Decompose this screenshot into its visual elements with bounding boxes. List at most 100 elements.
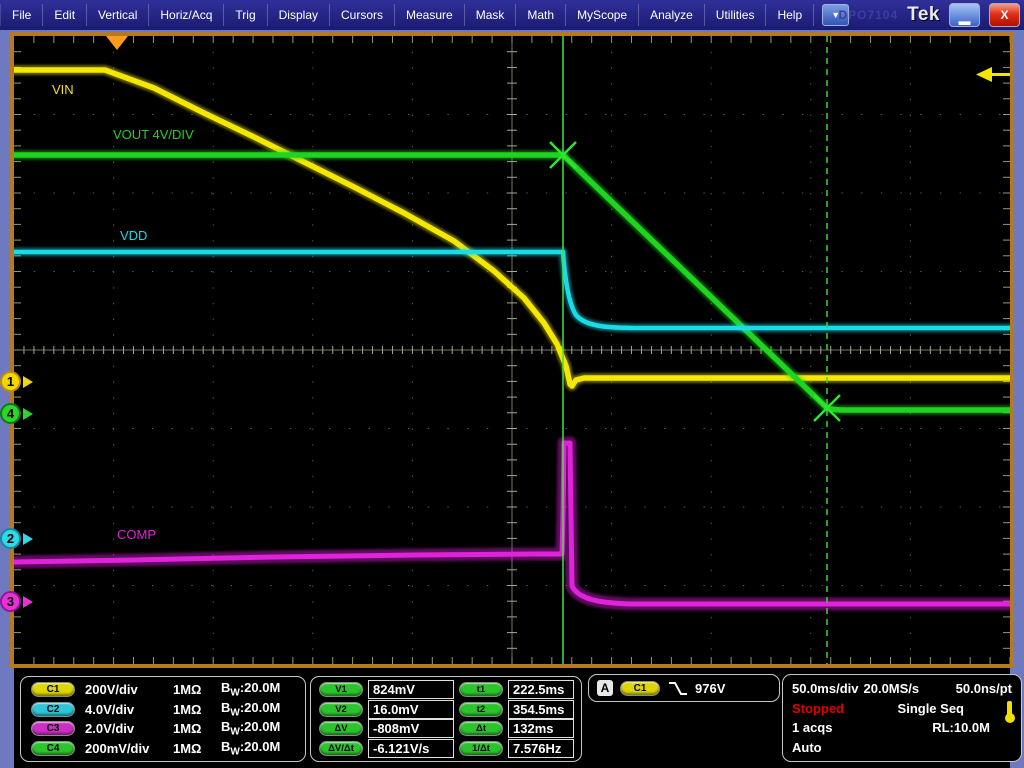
oscilloscope-screen: { "window": { "model": "DPO7104", "brand… <box>0 0 1024 768</box>
channel-2-position-marker[interactable]: 2 <box>0 528 36 550</box>
trigger-bus-badge: A <box>597 680 613 696</box>
channel-1-position-marker[interactable]: 1 <box>0 371 36 393</box>
channel-3-badge: 3 <box>0 591 21 612</box>
c4-button[interactable]: C4 <box>31 741 75 756</box>
acq-status: Stopped <box>792 701 844 716</box>
menu-measure[interactable]: Measure <box>395 4 465 26</box>
menu-display[interactable]: Display <box>268 4 330 26</box>
c3-scale: 2.0V/div <box>85 721 173 736</box>
menu-edit[interactable]: Edit <box>43 4 87 26</box>
menu-help[interactable]: Help <box>766 4 814 26</box>
t1-button[interactable]: t1 <box>459 682 503 697</box>
acquisition-readout-box: 50.0ms/div 20.0MS/s 50.0ns/pt Stopped Si… <box>782 674 1022 762</box>
c4-scale: 200mV/div <box>85 741 173 756</box>
menu-myscope[interactable]: MyScope <box>566 4 639 26</box>
timebase-row: 50.0ms/div 20.0MS/s 50.0ns/pt <box>792 681 1012 696</box>
cursor-t2-row: t2 354.5ms <box>459 700 583 719</box>
c2-bandwidth: BW:20.0M <box>221 700 295 719</box>
one-over-dt-button[interactable]: 1/Δt <box>459 741 503 756</box>
c2-impedance: 1MΩ <box>173 702 221 717</box>
c1-impedance: 1MΩ <box>173 682 221 697</box>
resolution-value: 50.0ns/pt <box>956 681 1012 696</box>
c3-button[interactable]: C3 <box>31 721 75 736</box>
minimize-icon: ▬ <box>959 16 971 26</box>
menu-trig[interactable]: Trig <box>224 4 267 26</box>
t2-button[interactable]: t2 <box>459 702 503 717</box>
menu-utilities[interactable]: Utilities <box>705 4 767 26</box>
c3-impedance: 1MΩ <box>173 721 221 736</box>
channel-4-badge: 4 <box>0 403 21 424</box>
menu-file[interactable]: File <box>0 4 43 26</box>
cursor-1dt-row: 1/Δt 7.576Hz <box>459 739 583 758</box>
label-vdd: VDD <box>120 228 147 243</box>
menu-math[interactable]: Math <box>516 4 566 26</box>
delta-v-button[interactable]: ΔV <box>319 721 363 736</box>
channel-row-c4: C4 200mV/div 1MΩ BW:20.0M <box>31 739 295 758</box>
channel-row-c1: C1 200V/div 1MΩ BW:20.0M <box>31 680 295 699</box>
cursor-v2-row: V2 16.0mV <box>319 700 459 719</box>
c3-bandwidth: BW:20.0M <box>221 719 295 738</box>
trigger-source-button[interactable]: C1 <box>620 681 660 696</box>
c1-bandwidth: BW:20.0M <box>221 680 295 699</box>
channel-3-arrow-icon <box>23 596 33 608</box>
minimize-button[interactable]: ▬ <box>949 3 980 27</box>
c1-scale: 200V/div <box>85 682 173 697</box>
v1-value: 824mV <box>368 680 454 699</box>
thermometer-icon <box>1007 701 1012 716</box>
channel-4-position-marker[interactable]: 4 <box>0 403 36 425</box>
label-vout: VOUT 4V/DIV <box>113 127 194 142</box>
trigger-level-marker[interactable] <box>976 67 1010 82</box>
channel-row-c3: C3 2.0V/div 1MΩ BW:20.0M <box>31 719 295 738</box>
close-icon: X <box>1000 8 1008 22</box>
cursor-dv-row: ΔV -808mV <box>319 719 459 738</box>
delta-t-button[interactable]: Δt <box>459 721 503 736</box>
count-row: 1 acqs RL:10.0M <box>792 720 1012 735</box>
c2-button[interactable]: C2 <box>31 702 75 717</box>
c1-button[interactable]: C1 <box>31 682 75 697</box>
trig-mode-row: Auto <box>792 740 1012 755</box>
cursor-v1-row: V1 824mV <box>319 680 459 699</box>
one-over-dt-value: 7.576Hz <box>508 739 574 758</box>
dv-dt-value: -6.121V/s <box>368 739 454 758</box>
label-vin: VIN <box>52 82 74 97</box>
menu-bar: File Edit Vertical Horiz/Acq Trig Displa… <box>0 0 1024 30</box>
cursor-t1-row: t1 222.5ms <box>459 680 583 699</box>
v2-button[interactable]: V2 <box>319 702 363 717</box>
channel-3-position-marker[interactable]: 3 <box>0 591 36 613</box>
cursor-readout-box: V1 824mV t1 222.5ms V2 16.0mV t2 354.5ms… <box>310 676 582 762</box>
acq-mode: Single Seq <box>898 701 964 716</box>
acq-count: 1 acqs <box>792 720 832 735</box>
model-label: DPO7104 <box>838 8 898 22</box>
channel-2-arrow-icon <box>23 533 33 545</box>
t2-value: 354.5ms <box>508 700 574 719</box>
dv-dt-button[interactable]: ΔV/Δt <box>319 741 363 756</box>
close-button[interactable]: X <box>989 3 1020 27</box>
sample-rate-value: 20.0MS/s <box>864 681 920 696</box>
menu-analyze[interactable]: Analyze <box>639 4 705 26</box>
channel-settings-box: C1 200V/div 1MΩ BW:20.0M C2 4.0V/div 1MΩ… <box>20 676 306 762</box>
trigger-level-value: 976V <box>695 681 725 696</box>
t1-value: 222.5ms <box>508 680 574 699</box>
cursor-dvdt-row: ΔV/Δt -6.121V/s <box>319 739 459 758</box>
readout-area: C1 200V/div 1MΩ BW:20.0M C2 4.0V/div 1MΩ… <box>14 668 1010 768</box>
delta-t-value: 132ms <box>508 719 574 738</box>
menu-cursors[interactable]: Cursors <box>330 4 395 26</box>
falling-edge-icon <box>667 680 688 697</box>
record-length: RL:10.0M <box>932 720 990 735</box>
delta-v-value: -808mV <box>368 719 454 738</box>
timebase-value: 50.0ms/div <box>792 681 859 696</box>
menu-horiz-acq[interactable]: Horiz/Acq <box>149 4 224 26</box>
v1-button[interactable]: V1 <box>319 682 363 697</box>
channel-4-arrow-icon <box>23 408 33 420</box>
menu-mask[interactable]: Mask <box>465 4 517 26</box>
waveform-display: VIN VOUT 4V/DIV VDD COMP <box>10 32 1014 668</box>
label-comp: COMP <box>117 527 156 542</box>
trigger-readout-box: A C1 976V <box>588 674 780 702</box>
trigger-mode: Auto <box>792 740 822 755</box>
v2-value: 16.0mV <box>368 700 454 719</box>
cursor-dt-row: Δt 132ms <box>459 719 583 738</box>
graticule-svg: VIN VOUT 4V/DIV VDD COMP <box>14 36 1010 664</box>
trigger-position-marker[interactable] <box>106 36 128 50</box>
channel-2-badge: 2 <box>0 528 21 549</box>
menu-vertical[interactable]: Vertical <box>87 4 149 26</box>
